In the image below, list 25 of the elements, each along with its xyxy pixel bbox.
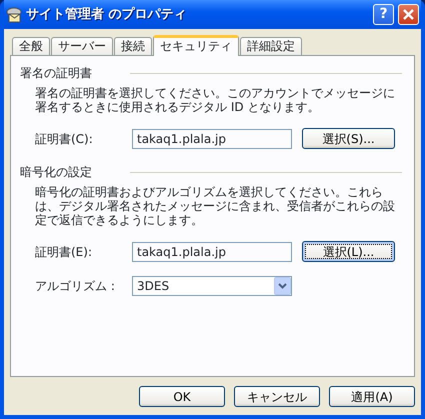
- dialog-button[interactable]: 適用(A): [329, 386, 415, 407]
- description-text: 署名の証明書を選択してください。このアカウントでメッセージに署名するときに使用されるデジタル ID となります。: [34, 86, 396, 114]
- help-button[interactable]: ?: [373, 4, 394, 25]
- section-heading: 暗号化の設定: [20, 164, 92, 181]
- mail-server-icon: [6, 6, 22, 22]
- tab[interactable]: セキュリティ: [153, 35, 239, 56]
- tab[interactable]: 接続: [114, 37, 152, 55]
- dialog-button[interactable]: OK: [139, 386, 225, 407]
- close-button[interactable]: [398, 4, 419, 25]
- tab[interactable]: 詳細設定: [240, 37, 302, 55]
- field-label: 証明書(E):: [35, 244, 93, 260]
- dialog-button[interactable]: キャンセル: [234, 386, 320, 407]
- tab[interactable]: サーバー: [51, 37, 113, 55]
- tab[interactable]: 全般: [12, 37, 50, 55]
- certificate-field[interactable]: takaq1.plala.jp: [132, 242, 292, 262]
- window-title: サイト管理者 のプロパティ: [26, 6, 188, 24]
- section-heading: 署名の証明書: [20, 65, 92, 82]
- close-icon: [403, 9, 414, 20]
- certificate-field[interactable]: takaq1.plala.jp: [132, 128, 292, 148]
- field-label: アルゴリズム :: [35, 278, 116, 295]
- select-button[interactable]: 選択(S)...: [302, 128, 395, 149]
- select-button[interactable]: 選択(L)...: [302, 241, 395, 262]
- description-text: 暗号化の証明書およびアルゴリズムを選択してください。これらは、デジタル署名されたメッセージに含まれ、受信者がこれらの設定で返信できるようにします。: [34, 185, 396, 227]
- field-label: 証明書(C):: [35, 130, 94, 148]
- algorithm-dropdown[interactable]: 3DES: [132, 276, 292, 296]
